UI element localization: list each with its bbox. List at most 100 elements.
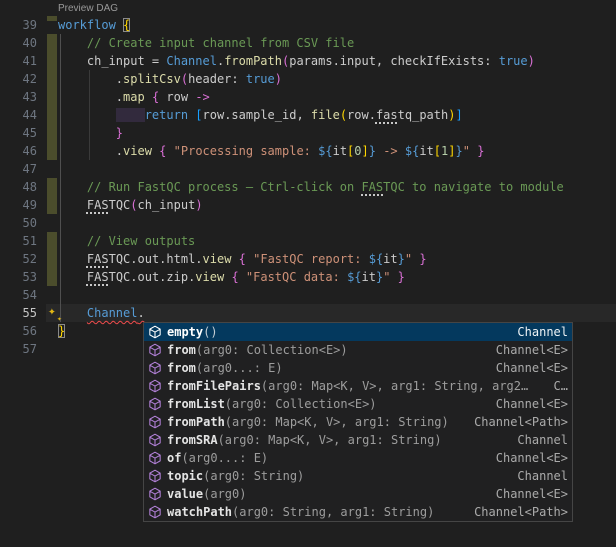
indent-guide [60,124,61,142]
code-line-content[interactable] [58,286,616,304]
code-line-content[interactable]: // Run FastQC process – Ctrl-click on FA… [58,178,616,196]
code-line-content[interactable]: .view { "Processing sample: ${it[0]} -> … [58,142,616,160]
suggest-item[interactable]: value(arg0)Channel<E> [144,485,572,503]
suggest-item[interactable]: from(arg0...: E)Channel<E> [144,359,572,377]
code-token: "Processing sample: [174,144,319,158]
code-token: { [231,270,238,284]
suggest-item[interactable]: topic(arg0: String)Channel [144,467,572,485]
code-line-content[interactable]: return [row.sample_id, file(row.fastq_pa… [58,106,616,124]
gutter-decoration [46,340,58,358]
suggest-item-signature: (arg0) [203,487,246,501]
line-number: 44 [0,106,46,124]
code-token: . [58,90,123,104]
code-line-content[interactable] [58,160,616,178]
suggest-item[interactable]: fromFilePairs(arg0: Map<K, V>, arg1: Str… [144,377,572,395]
gutter-decoration [46,70,58,88]
code-line: 40 // Create input channel from CSV file [0,34,616,52]
code-token [58,108,116,122]
line-number: 50 [0,214,46,232]
code-token: . [58,144,123,158]
indent-guide [60,286,61,304]
code-line: 50 [0,214,616,232]
code-token: } [456,144,463,158]
suggest-item-name: fromFilePairs [167,379,261,393]
code-line-content[interactable]: .splitCsv(header: true) [58,70,616,88]
code-token: } [369,144,376,158]
code-line: 42 .splitCsv(header: true) [0,70,616,88]
code-line-content[interactable]: } [58,124,616,142]
code-line: 44 return [row.sample_id, file(row.fastq… [0,106,616,124]
code-line: 46 .view { "Processing sample: ${it[0]} … [0,142,616,160]
code-token: ] [362,144,369,158]
code-line: 39workflow { [0,16,616,34]
line-number: 46 [0,142,46,160]
sparkle-large-icon: ✦ [48,303,56,321]
code-line-content[interactable]: // View outputs [58,232,616,250]
code-token: ${ [318,144,332,158]
code-token: . [58,72,123,86]
code-token [390,270,397,284]
code-token [166,144,173,158]
method-cube-icon [147,450,163,466]
modified-lines-gutter-bar [47,142,57,160]
codelens-preview-dag[interactable]: Preview DAG [58,2,118,16]
modified-lines-gutter-bar [47,250,57,268]
suggest-item-signature: (arg0: Collection<E>) [225,397,377,411]
code-token: ch_input [138,198,196,212]
code-line-content[interactable]: ch_input = Channel.fromPath(params.input… [58,52,616,70]
modified-lines-gutter-bar [47,232,57,250]
copilot-sparkle-icon[interactable]: ✦✦ [46,304,68,322]
method-cube-icon [147,504,163,520]
gutter-decoration [46,232,58,250]
suggest-item[interactable]: fromList(arg0: Collection<E>)Channel<E> [144,395,572,413]
gutter-decoration [46,214,58,232]
gutter-decoration [46,160,58,178]
code-line: 41 ch_input = Channel.fromPath(params.in… [0,52,616,70]
indent-guide [60,106,61,124]
method-cube-icon [147,360,163,376]
suggest-item-label: of(arg0...: E) [167,451,268,465]
code-line: 48 // Run FastQC process – Ctrl-click on… [0,178,616,196]
suggest-item[interactable]: fromSRA(arg0: Map<K, V>, arg1: String)Ch… [144,431,572,449]
code-token: ch_input = [58,54,166,68]
gutter-decoration [46,124,58,142]
code-token: it [383,252,397,266]
code-token: true [499,54,528,68]
modified-lines-gutter-bar [47,268,57,286]
indent-guide [89,142,90,160]
code-line-content[interactable]: ✦✦ Channel. [58,304,616,322]
code-token: ${ [347,270,361,284]
suggest-item[interactable]: watchPath(arg0: String, arg1: String)Cha… [144,503,572,521]
suggest-item[interactable]: of(arg0...: E)Channel<E> [144,449,572,467]
code-token [58,198,87,212]
code-line-content[interactable]: FASTQC.out.html.view { "FastQC report: $… [58,250,616,268]
line-number: 54 [0,286,46,304]
indent-guide [60,88,61,106]
code-line-content[interactable]: FASTQC(ch_input) [58,196,616,214]
code-line-content[interactable]: workflow { [58,16,616,34]
indent-guide [60,232,61,250]
code-token: ) [528,54,535,68]
code-line-content[interactable]: FASTQC.out.zip.view { "FastQC data: ${it… [58,268,616,286]
suggest-item-return-type: Channel<Path> [466,505,568,519]
indent-guide [60,268,61,286]
code-line-content[interactable]: .map { row -> [58,88,616,106]
line-number: 41 [0,52,46,70]
code-token: -> [195,90,209,104]
suggest-item-label: fromFilePairs(arg0: Map<K, V>, arg1: Str… [167,379,528,393]
code-token [116,18,123,32]
suggest-item[interactable]: fromPath(arg0: Map<K, V>, arg1: String)C… [144,413,572,431]
code-token: ${ [405,144,419,158]
code-lines: 39workflow {40 // Create input channel f… [0,16,616,358]
suggest-item-label: fromPath(arg0: Map<K, V>, arg1: String) [167,415,449,429]
suggest-item-return-type: Channel [509,433,568,447]
code-token: 0 [354,144,361,158]
suggest-item-signature: (arg0: Map<K, V>, arg1: String) [225,415,449,429]
method-cube-icon [147,414,163,430]
code-line-content[interactable] [58,214,616,232]
suggest-item[interactable]: empty()Channel [144,323,572,341]
indent-guide [60,70,61,88]
code-line: 43 .map { row -> [0,88,616,106]
code-line-content[interactable]: // Create input channel from CSV file [58,34,616,52]
suggest-item[interactable]: from(arg0: Collection<E>)Channel<E> [144,341,572,359]
